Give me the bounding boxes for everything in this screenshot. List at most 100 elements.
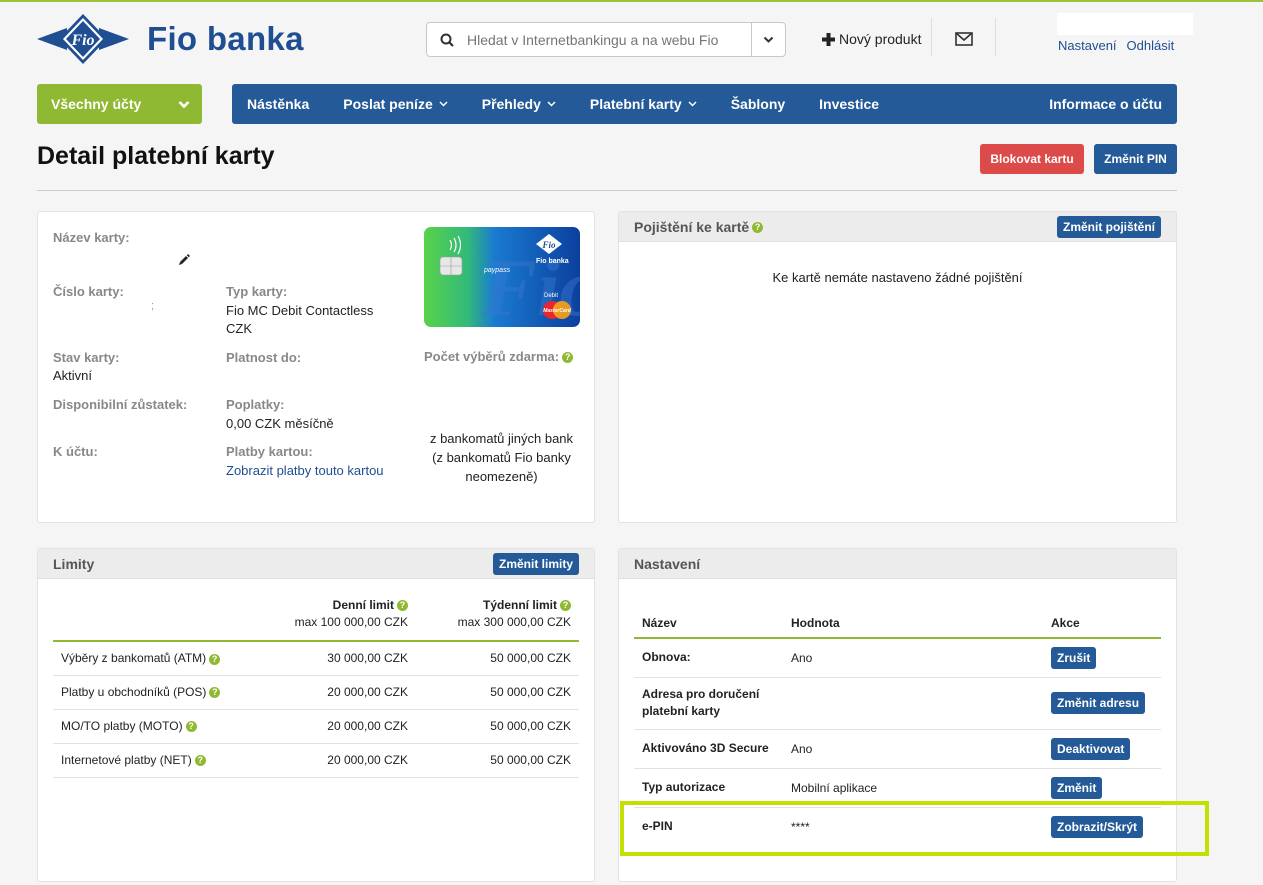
- settings-link[interactable]: Nastavení: [1058, 38, 1117, 53]
- card-image: Fio paypass Fio Fio banka Debit MasterCa…: [424, 227, 580, 327]
- daily-limit-header: Denní limit? max 100 000,00 CZK: [294, 598, 408, 629]
- messages-button[interactable]: [955, 32, 973, 49]
- limit-name: Internetové platby (NET)?: [53, 743, 253, 777]
- logout-link[interactable]: Odhlásit: [1127, 38, 1175, 53]
- fio-logo[interactable]: Fio Fio banka: [37, 14, 304, 64]
- edit-card-name-button[interactable]: [178, 254, 190, 269]
- logo-text: Fio banka: [147, 20, 304, 57]
- search-box[interactable]: [426, 22, 786, 57]
- search-input[interactable]: [467, 23, 751, 56]
- limit-daily: 20 000,00 CZK: [327, 685, 408, 699]
- table-row: Internetové platby (NET)? 20 000,00 CZK 50…: [53, 743, 579, 777]
- search-dropdown-button[interactable]: [751, 23, 785, 56]
- account-label: K účtu:: [53, 444, 98, 459]
- fees-label: Poplatky:: [226, 397, 285, 412]
- limits-panel: Limity Změnit limity Denní limit? max 10…: [37, 548, 595, 882]
- limit-daily: 30 000,00 CZK: [327, 651, 408, 666]
- card-currency: CZK: [226, 321, 252, 336]
- limit-daily: 20 000,00 CZK: [327, 719, 408, 733]
- user-name-area: [1057, 13, 1193, 35]
- nav-item-label: Platební karty: [589, 96, 682, 112]
- help-icon[interactable]: ?: [560, 600, 571, 612]
- setting-action-button[interactable]: Změnit adresu: [1051, 692, 1146, 714]
- setting-name: Obnova:: [642, 650, 691, 665]
- setting-action-button[interactable]: Změnit: [1051, 776, 1103, 799]
- setting-action-button[interactable]: Zrušit: [1051, 646, 1097, 669]
- all-accounts-label: Všechny účty: [51, 96, 142, 112]
- help-icon[interactable]: ?: [397, 600, 408, 612]
- limit-weekly: 50 000,00 CZK: [490, 753, 571, 767]
- fio-emblem-icon: Fio: [37, 14, 129, 64]
- limit-name: MO/TO platby (MOTO)?: [53, 709, 253, 743]
- help-icon[interactable]: ?: [185, 721, 197, 733]
- chevron-down-icon: [178, 100, 190, 108]
- limit-weekly: 50 000,00 CZK: [490, 651, 571, 666]
- header-divider: [931, 18, 932, 56]
- nav-item[interactable]: Přehledy: [482, 96, 556, 112]
- table-row: Platby u obchodníků (POS)? 20 000,00 CZK 5…: [53, 675, 579, 709]
- col-value-header: Hodnota: [791, 615, 840, 630]
- help-icon[interactable]: ?: [562, 352, 574, 364]
- nav-item[interactable]: Poslat peníze: [343, 96, 448, 112]
- setting-name: Adresa pro doručení platební karty: [642, 687, 760, 718]
- help-icon[interactable]: ?: [209, 687, 221, 699]
- limits-title: Limity: [53, 555, 95, 572]
- card-info-panel: Název karty: Číslo karty: ; Typ karty: F…: [37, 211, 595, 523]
- svg-text:MasterCard: MasterCard: [543, 308, 571, 314]
- table-row: Výběry z bankomatů (ATM)? 30 000,00 CZK 50…: [53, 641, 579, 675]
- help-icon[interactable]: ?: [194, 755, 206, 767]
- limits-table-header: Denní limit? max 100 000,00 CZK Týdenní …: [53, 597, 579, 641]
- pencil-icon: [179, 254, 190, 265]
- svg-text:Fio: Fio: [541, 240, 556, 250]
- nav-account-info[interactable]: Informace o účtu: [1049, 96, 1162, 112]
- nav-item[interactable]: Šablony: [731, 96, 785, 112]
- col-action-header: Akce: [1051, 615, 1080, 630]
- limit-name: Platby u obchodníků (POS)?: [53, 675, 253, 709]
- nav-item[interactable]: Platební karty: [590, 96, 697, 112]
- svg-text:Debit: Debit: [544, 293, 558, 299]
- help-icon[interactable]: ?: [209, 653, 221, 665]
- card-payments-link[interactable]: Zobrazit platby touto kartou: [226, 463, 384, 478]
- nav-item[interactable]: Investice: [819, 96, 879, 112]
- setting-name: Aktivováno 3D Secure: [642, 741, 769, 755]
- setting-action-button[interactable]: Deaktivovat: [1051, 737, 1131, 760]
- change-limits-button[interactable]: Změnit limity: [492, 552, 579, 575]
- page-title: Detail platební karty: [37, 142, 275, 170]
- col-name-header: Název: [642, 615, 677, 630]
- settings-title: Nastavení: [634, 555, 701, 572]
- limit-weekly: 50 000,00 CZK: [490, 685, 571, 699]
- svg-text:paypass: paypass: [483, 267, 511, 274]
- limit-weekly: 50 000,00 CZK: [490, 719, 571, 733]
- title-divider: [37, 190, 1177, 191]
- setting-value: Ano: [791, 650, 813, 665]
- change-insurance-button[interactable]: Změnit pojištění: [1056, 215, 1161, 238]
- limit-name: Výběry z bankomatů (ATM)?: [53, 641, 253, 675]
- chevron-down-icon: [547, 101, 556, 107]
- nav-item[interactable]: Nástěnka: [247, 96, 309, 112]
- table-row: MO/TO platby (MOTO)? 20 000,00 CZK 50 000,…: [53, 709, 579, 743]
- insurance-empty-text: Ke kartě nemáte nastaveno žádné pojištěn…: [772, 270, 1023, 285]
- weekly-limit-header: Týdenní limit? max 300 000,00 CZK: [457, 598, 571, 629]
- new-product-label: Nový produkt: [839, 31, 922, 47]
- help-icon[interactable]: ?: [752, 222, 764, 234]
- limits-header: Limity Změnit limity: [38, 549, 594, 579]
- block-card-button[interactable]: Blokovat kartu: [980, 144, 1084, 174]
- all-accounts-dropdown[interactable]: Všechny účty: [37, 84, 202, 124]
- free-withdrawals-note: z bankomatů jiných bank (z bankomatů Fio…: [429, 431, 574, 484]
- new-product-button[interactable]: Nový produkt: [822, 31, 921, 47]
- setting-value: [791, 677, 1051, 729]
- plus-icon: [822, 32, 835, 46]
- valid-until-label: Platnost do:: [226, 350, 302, 365]
- nav-item-label: Přehledy: [481, 96, 541, 112]
- search-icon[interactable]: [427, 23, 467, 56]
- envelope-icon: [955, 32, 973, 46]
- table-row: Aktivováno 3D Secure Ano Deaktivovat: [634, 729, 1161, 768]
- nav-item-label: Investice: [819, 96, 880, 112]
- card-type-value: Fio MC Debit Contactless: [226, 303, 374, 318]
- insurance-panel: Pojištění ke kartě? Změnit pojištění Ke …: [618, 211, 1177, 523]
- card-state-value: Aktivní: [53, 368, 93, 383]
- nav-item-label: Nástěnka: [247, 96, 310, 112]
- change-pin-button[interactable]: Změnit PIN: [1094, 144, 1177, 174]
- settings-header: Nastavení: [619, 549, 1176, 579]
- card-name-label: Název karty:: [53, 230, 130, 245]
